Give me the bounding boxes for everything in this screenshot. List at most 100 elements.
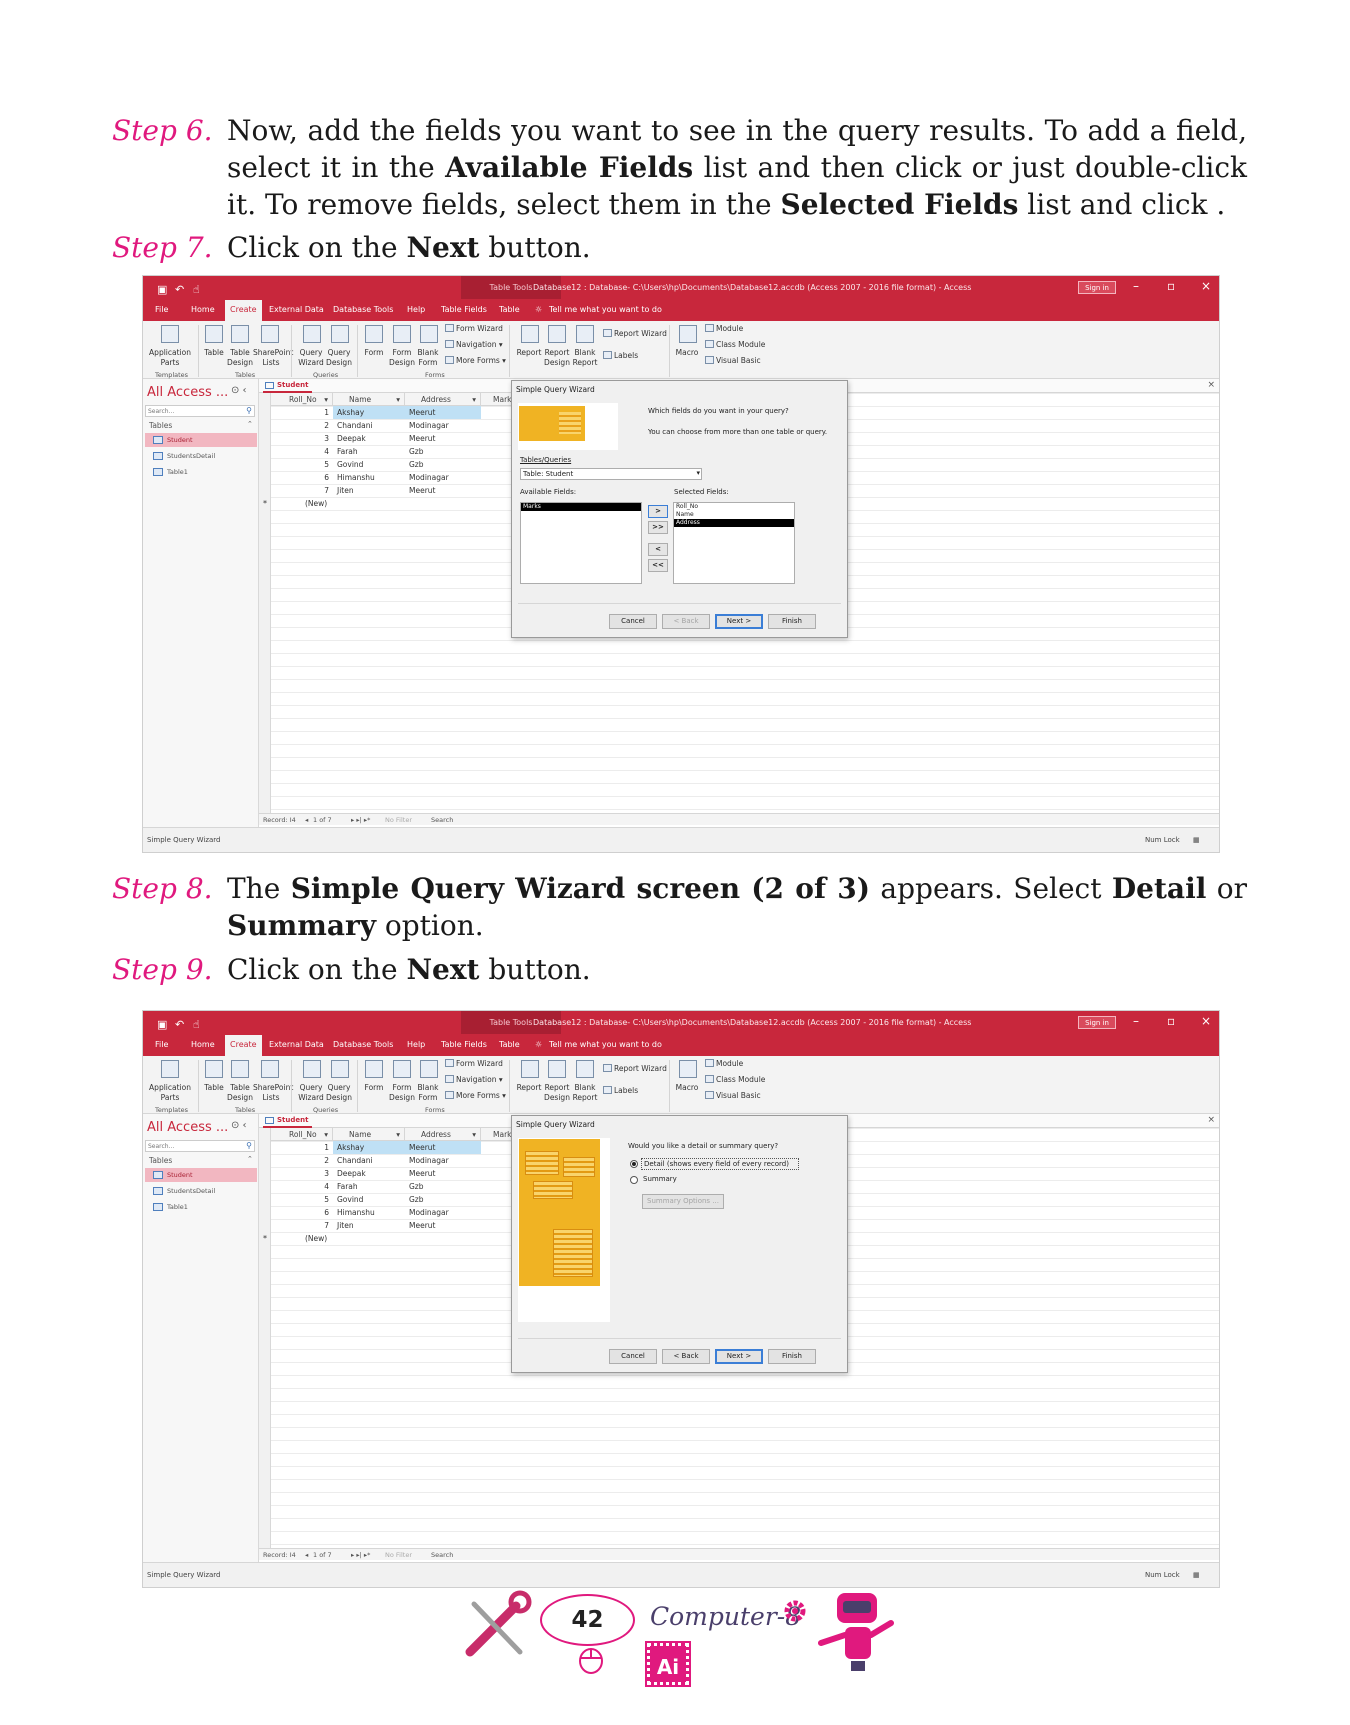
list-item[interactable]: Roll_No xyxy=(674,503,794,511)
tab-create[interactable]: Create xyxy=(225,1035,262,1056)
cell[interactable]: 5 xyxy=(271,1193,333,1206)
minimize-icon[interactable]: – xyxy=(1133,279,1139,293)
cell[interactable]: Himanshu xyxy=(333,471,405,484)
navigation-button[interactable]: Navigation ▾ xyxy=(445,340,503,349)
class-module-button[interactable]: Class Module xyxy=(705,1075,765,1084)
query-design-button[interactable]: Query Design xyxy=(325,1083,353,1103)
nav-item-student[interactable]: Student xyxy=(145,1168,257,1182)
selected-fields-list[interactable]: Roll_No Name Address xyxy=(673,502,795,584)
available-fields-list[interactable]: Marks xyxy=(520,502,642,584)
tab-student[interactable]: Student xyxy=(263,379,313,393)
labels-button[interactable]: Labels xyxy=(603,351,638,360)
tell-me-box[interactable]: Tell me what you want to do xyxy=(549,1040,662,1049)
column-header[interactable]: Name ▾ xyxy=(333,1128,405,1141)
cell[interactable]: Modinagar xyxy=(405,1206,481,1219)
cell[interactable]: Jiten xyxy=(333,1219,405,1232)
save-icon[interactable]: ▣ xyxy=(157,1018,167,1031)
tab-table-fields[interactable]: Table Fields xyxy=(441,305,487,314)
close-icon[interactable]: × xyxy=(1201,279,1211,293)
tab-database-tools[interactable]: Database Tools xyxy=(333,1040,393,1049)
labels-button[interactable]: Labels xyxy=(603,1086,638,1095)
blank-report-button[interactable]: Blank Report xyxy=(571,348,599,368)
back-button[interactable]: < Back xyxy=(662,614,710,629)
touch-mode-icon[interactable]: ☝ xyxy=(193,283,200,296)
cell[interactable]: 3 xyxy=(271,1167,333,1180)
close-tab-icon[interactable]: × xyxy=(1207,1115,1215,1125)
cell[interactable]: Akshay xyxy=(333,1141,405,1154)
record-position[interactable]: 1 of 7 xyxy=(313,1551,332,1559)
cell[interactable]: 5 xyxy=(271,458,333,471)
cell[interactable]: Meerut xyxy=(405,484,481,497)
cell[interactable]: Meerut xyxy=(405,432,481,445)
sign-in-button[interactable]: Sign in xyxy=(1078,1016,1116,1029)
summary-option-label[interactable]: Summary xyxy=(643,1175,677,1183)
cancel-button[interactable]: Cancel xyxy=(609,1349,657,1364)
tab-database-tools[interactable]: Database Tools xyxy=(333,305,393,314)
detail-option-label[interactable]: Detail (shows every field of every recor… xyxy=(641,1158,799,1170)
cell[interactable]: 6 xyxy=(271,471,333,484)
cell[interactable]: Modinagar xyxy=(405,419,481,432)
more-forms-button[interactable]: More Forms ▾ xyxy=(445,356,506,365)
cell[interactable]: Meerut xyxy=(405,1167,481,1180)
cell[interactable]: Akshay xyxy=(333,406,405,419)
column-header[interactable]: Roll_No ▾ xyxy=(271,393,333,406)
back-button[interactable]: < Back xyxy=(662,1349,710,1364)
table-design-button[interactable]: Table Design xyxy=(227,348,253,368)
report-wizard-button[interactable]: Report Wizard xyxy=(603,329,667,338)
navigation-button[interactable]: Navigation ▾ xyxy=(445,1075,503,1084)
nav-header[interactable]: All Access ... xyxy=(147,385,228,400)
visual-basic-button[interactable]: Visual Basic xyxy=(705,1091,761,1100)
module-button[interactable]: Module xyxy=(705,324,743,333)
nav-header[interactable]: All Access ... xyxy=(147,1120,228,1135)
class-module-button[interactable]: Class Module xyxy=(705,340,765,349)
cell[interactable]: 4 xyxy=(271,1180,333,1193)
record-selector-column[interactable] xyxy=(259,393,271,813)
cell[interactable]: Gzb xyxy=(405,1193,481,1206)
detail-radio[interactable] xyxy=(630,1160,638,1168)
form-design-button[interactable]: Form Design xyxy=(388,348,416,368)
cell[interactable]: 7 xyxy=(271,484,333,497)
form-wizard-button[interactable]: Form Wizard xyxy=(445,1059,503,1068)
blank-report-button[interactable]: Blank Report xyxy=(571,1083,599,1103)
macro-button[interactable]: Macro xyxy=(673,348,701,358)
report-design-button[interactable]: Report Design xyxy=(543,1083,571,1103)
query-wizard-button[interactable]: Query Wizard xyxy=(297,1083,325,1103)
save-icon[interactable]: ▣ xyxy=(157,283,167,296)
report-button[interactable]: Report xyxy=(515,348,543,358)
undo-icon[interactable]: ↶ xyxy=(175,283,184,296)
add-all-fields-button[interactable]: >> xyxy=(648,521,668,534)
query-design-button[interactable]: Query Design xyxy=(325,348,353,368)
cell[interactable]: 1 xyxy=(271,1141,333,1154)
nav-search-input[interactable]: Search... ⚲ xyxy=(145,1140,255,1152)
tab-table[interactable]: Table xyxy=(499,305,520,314)
cell[interactable]: Govind xyxy=(333,1193,405,1206)
new-record-row[interactable]: (New) xyxy=(301,1232,361,1245)
chevron-up-icon[interactable]: ⌃ xyxy=(247,420,253,428)
view-icon[interactable]: ▦ xyxy=(1193,836,1200,844)
record-position[interactable]: 1 of 7 xyxy=(313,816,332,824)
cell[interactable]: 2 xyxy=(271,1154,333,1167)
column-header[interactable]: Address ▾ xyxy=(405,393,481,406)
cell[interactable]: Himanshu xyxy=(333,1206,405,1219)
cell[interactable]: 6 xyxy=(271,1206,333,1219)
cell[interactable]: Farah xyxy=(333,445,405,458)
record-nav-first[interactable]: Record: I4 xyxy=(263,816,296,824)
visual-basic-button[interactable]: Visual Basic xyxy=(705,356,761,365)
finish-button[interactable]: Finish xyxy=(768,1349,816,1364)
record-nav-first[interactable]: Record: I4 xyxy=(263,1551,296,1559)
query-wizard-button[interactable]: Query Wizard xyxy=(297,348,325,368)
summary-radio[interactable] xyxy=(630,1176,638,1184)
blank-form-button[interactable]: Blank Form xyxy=(415,1083,441,1103)
table-button[interactable]: Table xyxy=(201,348,227,358)
record-search[interactable]: Search xyxy=(431,816,453,824)
cell[interactable]: Meerut xyxy=(405,1141,481,1154)
tab-table[interactable]: Table xyxy=(499,1040,520,1049)
restore-icon[interactable]: ▫ xyxy=(1167,279,1175,293)
sharepoint-lists-button[interactable]: SharePoint Lists xyxy=(253,348,293,368)
tell-me-box[interactable]: Tell me what you want to do xyxy=(549,305,662,314)
chevron-up-icon[interactable]: ⌃ xyxy=(247,1155,253,1163)
report-button[interactable]: Report xyxy=(515,1083,543,1093)
table-button[interactable]: Table xyxy=(201,1083,227,1093)
cell[interactable]: Chandani xyxy=(333,1154,405,1167)
tab-home[interactable]: Home xyxy=(191,1040,215,1049)
